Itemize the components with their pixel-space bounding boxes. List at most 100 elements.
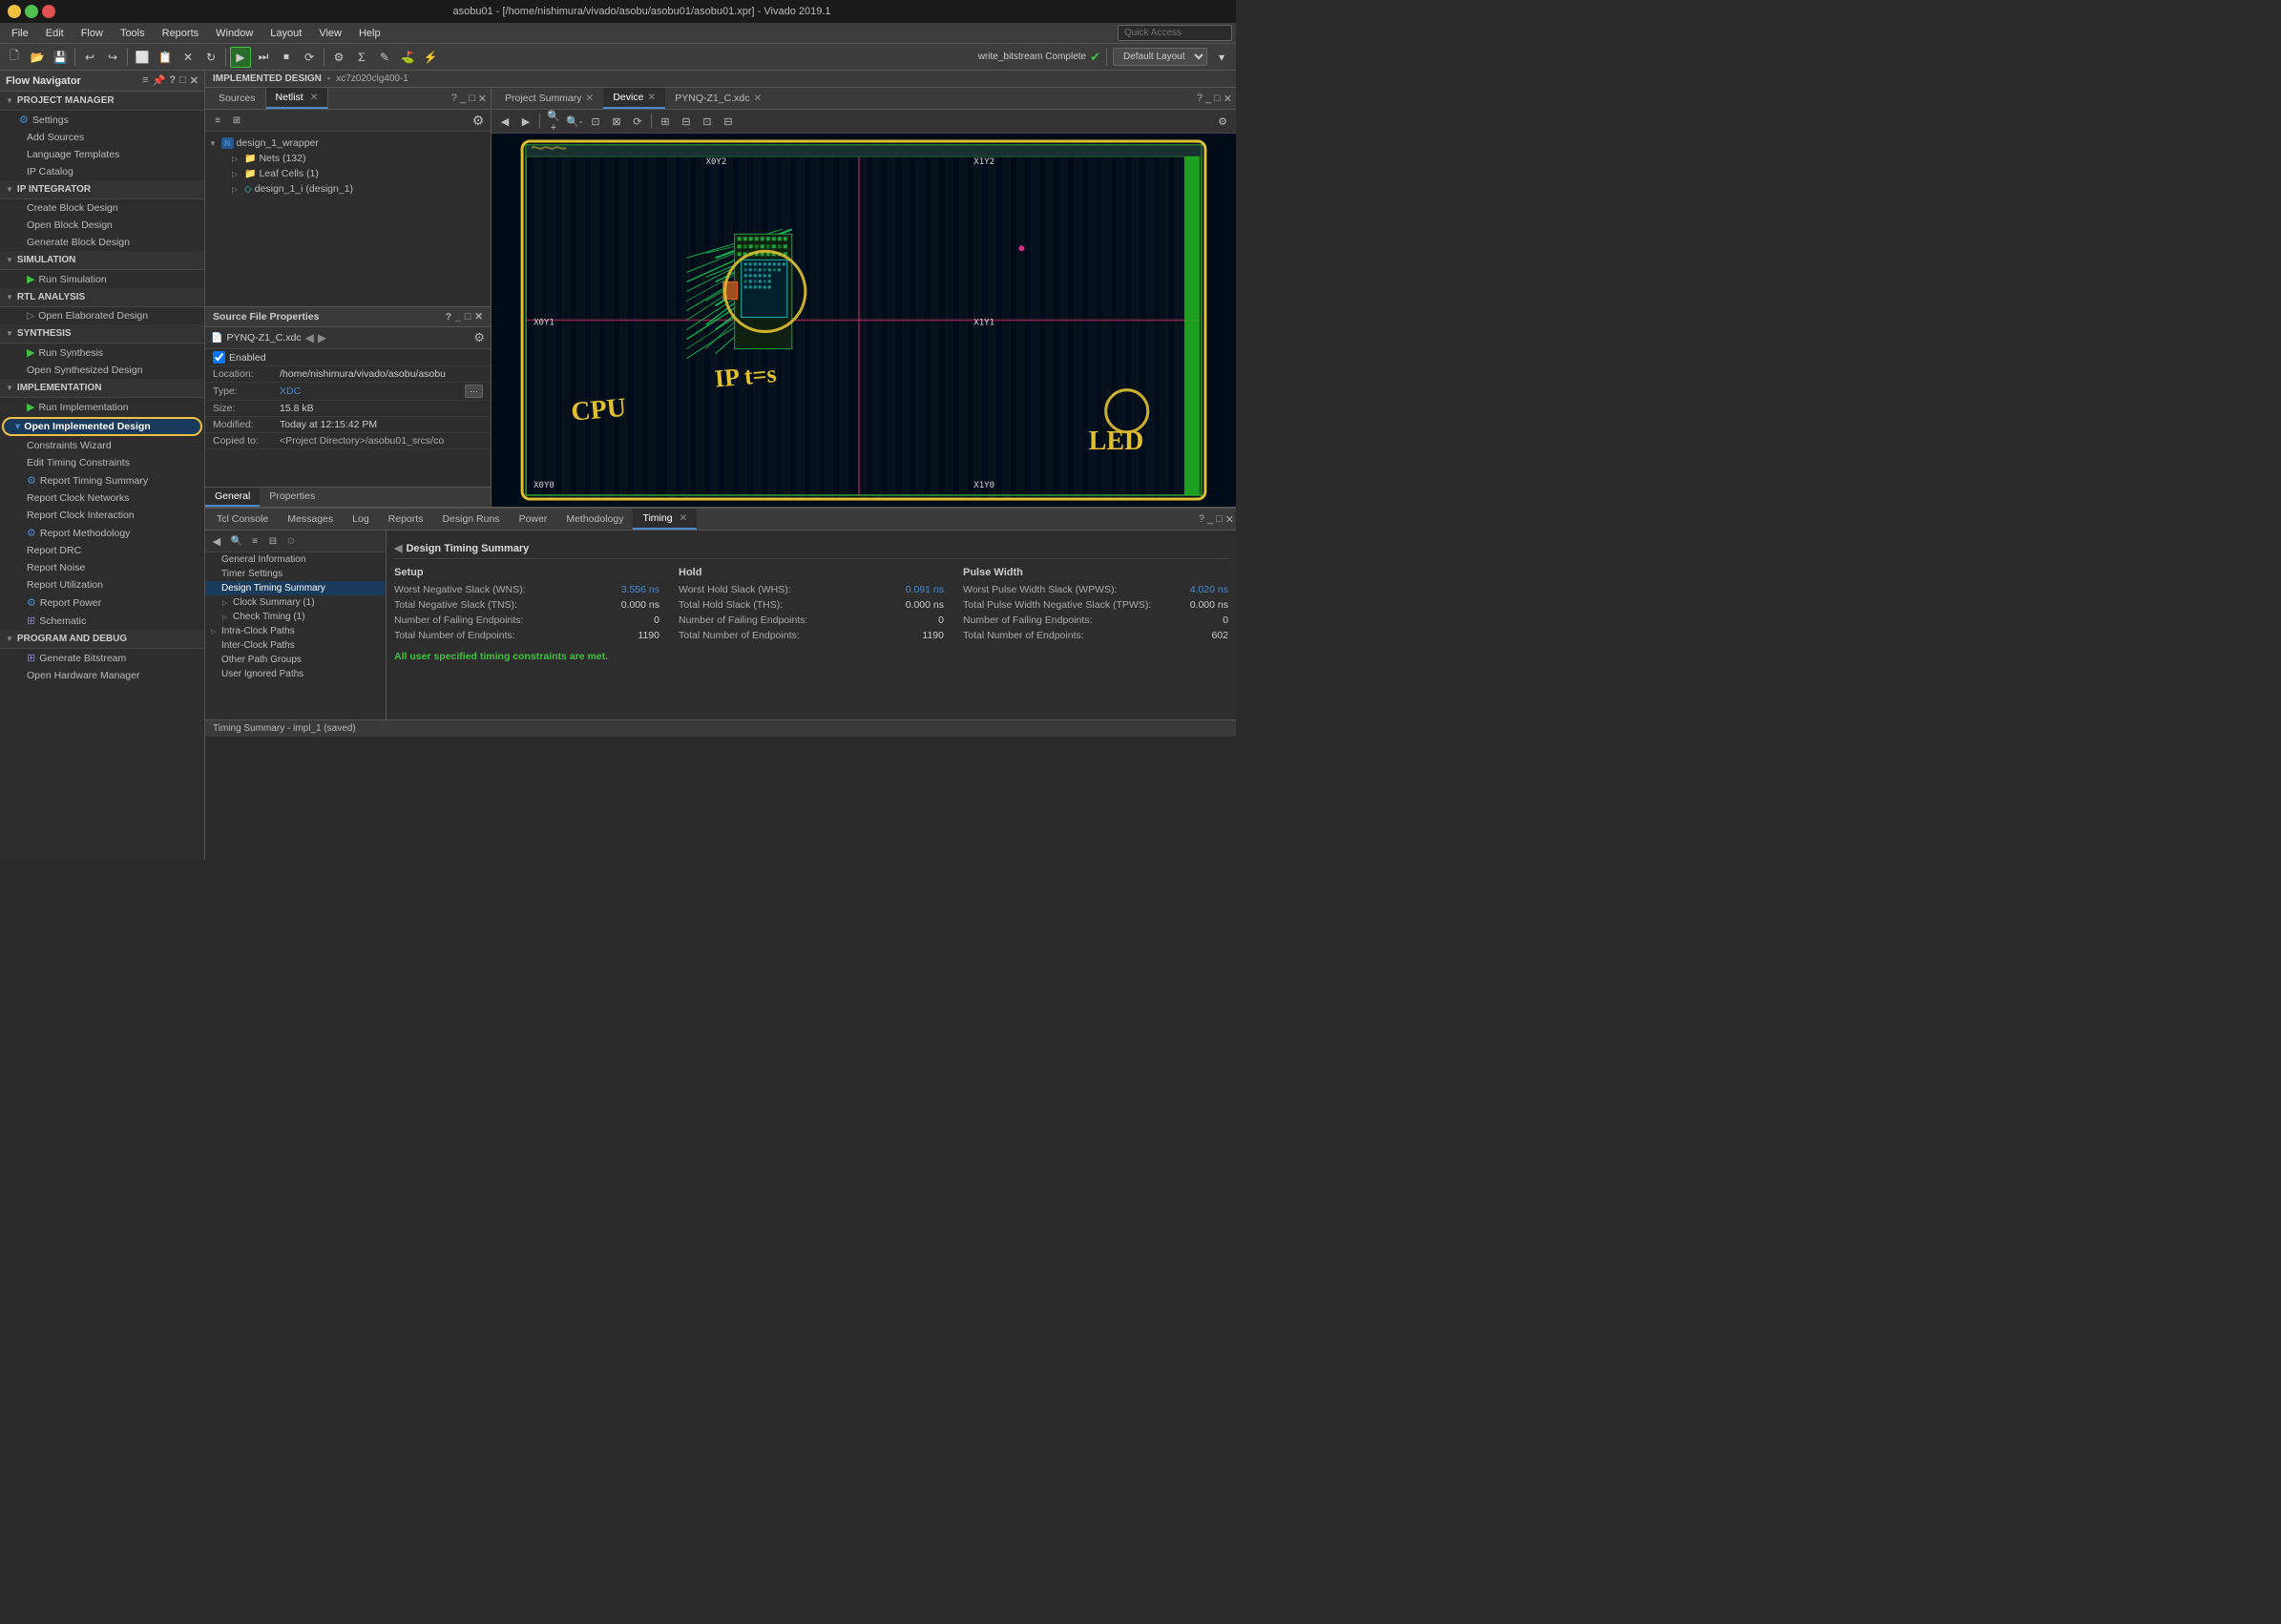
tab-device[interactable]: Device ✕: [603, 88, 665, 109]
device-view[interactable]: X0Y2 X1Y2 X0Y0 X1Y0 X0Y1 X1Y1: [492, 134, 1236, 507]
props-tab-properties[interactable]: Properties: [260, 488, 324, 507]
nav-generate-bitstream[interactable]: ⊞ Generate Bitstream: [0, 649, 204, 667]
tab-sources[interactable]: Sources: [209, 89, 266, 108]
menu-file[interactable]: File: [4, 26, 36, 41]
bot-tab-design-runs[interactable]: Design Runs: [432, 510, 509, 529]
props-help-icon[interactable]: ?: [446, 311, 451, 323]
nav-report-methodology[interactable]: ⚙ Report Methodology: [0, 524, 204, 542]
tree-root[interactable]: ▼ N design_1_wrapper: [205, 135, 491, 151]
section-implementation[interactable]: ▼ IMPLEMENTATION: [0, 379, 204, 398]
nav-schematic[interactable]: ⊞ Schematic: [0, 612, 204, 630]
section-program-debug[interactable]: ▼ PROGRAM AND DEBUG: [0, 630, 204, 649]
dev-tb-back[interactable]: ◀: [495, 112, 514, 131]
menu-edit[interactable]: Edit: [38, 26, 72, 41]
toolbar-save[interactable]: 💾: [50, 47, 71, 68]
nav-report-noise[interactable]: Report Noise: [0, 559, 204, 576]
bot-tab-reports[interactable]: Reports: [379, 510, 433, 529]
nav-constraints-wizard[interactable]: Constraints Wizard: [0, 437, 204, 454]
dev-tb-fit[interactable]: ⊡: [586, 112, 605, 131]
bot-close-icon[interactable]: ✕: [1225, 513, 1234, 526]
timing-tree-inter-clock[interactable]: Inter-Clock Paths: [205, 638, 386, 653]
source-help-icon[interactable]: ?: [451, 93, 457, 104]
timing-tree-other-path-groups[interactable]: Other Path Groups: [205, 653, 386, 667]
nav-create-block-design[interactable]: Create Block Design: [0, 199, 204, 217]
dev-tb-fwd[interactable]: ▶: [516, 112, 535, 131]
toolbar-spark[interactable]: ⚡: [420, 47, 441, 68]
source-min-icon[interactable]: _: [460, 93, 466, 104]
bot-tab-messages[interactable]: Messages: [278, 510, 343, 529]
src-tb-collapse[interactable]: ≡: [209, 112, 226, 129]
bot-tab-timing[interactable]: Timing ✕: [633, 509, 697, 530]
menu-flow[interactable]: Flow: [73, 26, 111, 41]
dev-tb-rotate[interactable]: ⟳: [628, 112, 647, 131]
toolbar-restart[interactable]: ⟳: [299, 47, 320, 68]
bot-help-icon[interactable]: ?: [1199, 513, 1204, 526]
toolbar-redo[interactable]: ↪: [102, 47, 123, 68]
timing-tree-clock-summary[interactable]: ▷ Clock Summary (1): [205, 595, 386, 610]
section-simulation[interactable]: ▼ SIMULATION: [0, 251, 204, 270]
dev-max-icon[interactable]: □: [1214, 93, 1221, 105]
toolbar-debug[interactable]: ⛳: [397, 47, 418, 68]
nav-edit-timing-constraints[interactable]: Edit Timing Constraints: [0, 454, 204, 471]
nav-report-timing-summary[interactable]: ⚙ Report Timing Summary: [0, 471, 204, 489]
timing-tree-intra-clock[interactable]: ▷ Intra-Clock Paths: [205, 624, 386, 638]
flow-nav-expand-icon[interactable]: □: [179, 74, 186, 87]
nav-language-templates[interactable]: Language Templates: [0, 146, 204, 163]
dev-tb-highlight[interactable]: ⊡: [698, 112, 717, 131]
toolbar-step[interactable]: ⏭: [253, 47, 274, 68]
toolbar-run[interactable]: ▶: [230, 47, 251, 68]
nav-settings[interactable]: ⚙ Settings: [0, 111, 204, 129]
dev-tb-route[interactable]: ⊟: [677, 112, 696, 131]
nav-run-implementation[interactable]: ▶ Run Implementation: [0, 398, 204, 416]
props-tab-general[interactable]: General: [205, 488, 260, 507]
props-options-btn[interactable]: ⚙: [473, 330, 485, 345]
flow-nav-collapse-icon[interactable]: ≡: [142, 74, 148, 87]
close-button[interactable]: [42, 5, 55, 18]
menu-view[interactable]: View: [311, 26, 349, 41]
toolbar-stop[interactable]: ⏹: [276, 47, 297, 68]
toolbar-copy[interactable]: ⬜: [132, 47, 153, 68]
dev-tb-settings[interactable]: ⚙: [1213, 112, 1232, 131]
menu-layout[interactable]: Layout: [262, 26, 309, 41]
timing-tree-user-ignored[interactable]: User Ignored Paths: [205, 667, 386, 681]
timing-tree-general-info[interactable]: General Information: [205, 552, 386, 567]
nav-report-utilization[interactable]: Report Utilization: [0, 576, 204, 593]
tab-project-summary[interactable]: Project Summary ✕: [495, 89, 603, 108]
dev-min-icon[interactable]: _: [1205, 93, 1211, 105]
maximize-button[interactable]: [25, 5, 38, 18]
menu-window[interactable]: Window: [208, 26, 261, 41]
props-type-button[interactable]: ···: [465, 385, 483, 398]
menu-tools[interactable]: Tools: [113, 26, 153, 41]
source-close-icon[interactable]: ✕: [478, 93, 487, 105]
timing-tb-filter[interactable]: ⊙: [283, 533, 299, 549]
props-max-icon[interactable]: □: [465, 311, 471, 323]
section-ip-integrator[interactable]: ▼ IP INTEGRATOR: [0, 180, 204, 199]
src-tb-options[interactable]: ⚙: [470, 112, 487, 129]
bot-tab-log[interactable]: Log: [343, 510, 379, 529]
dts-collapse-arrow[interactable]: ◀: [394, 542, 402, 554]
dev-tb-place[interactable]: ⊟: [719, 112, 738, 131]
nav-report-clock-interaction[interactable]: Report Clock Interaction: [0, 507, 204, 524]
nav-report-drc[interactable]: Report DRC: [0, 542, 204, 559]
netlist-tab-close[interactable]: ✕: [310, 92, 319, 103]
timing-tree-design-timing-summary[interactable]: Design Timing Summary: [205, 581, 386, 595]
src-tb-expand[interactable]: ⊞: [228, 112, 245, 129]
nav-open-elaborated-design[interactable]: ▷ Open Elaborated Design: [0, 307, 204, 324]
menu-help[interactable]: Help: [351, 26, 388, 41]
toolbar-new[interactable]: 🗋: [4, 47, 25, 68]
nav-report-power[interactable]: ⚙ Report Power: [0, 593, 204, 612]
dev-help-icon[interactable]: ?: [1197, 93, 1203, 105]
tree-nets[interactable]: ▷ 📁 Nets (132): [205, 151, 491, 166]
quick-access-input[interactable]: [1118, 25, 1232, 41]
toolbar-delete[interactable]: ✕: [178, 47, 199, 68]
nav-open-synthesized-design[interactable]: Open Synthesized Design: [0, 362, 204, 379]
props-min-icon[interactable]: _: [455, 311, 461, 323]
nav-open-hardware-manager[interactable]: Open Hardware Manager: [0, 667, 204, 684]
nav-report-clock-networks[interactable]: Report Clock Networks: [0, 489, 204, 507]
tab-netlist[interactable]: Netlist ✕: [266, 88, 329, 109]
section-synthesis[interactable]: ▼ SYNTHESIS: [0, 324, 204, 344]
toolbar-settings[interactable]: ⚙: [328, 47, 349, 68]
nav-open-block-design[interactable]: Open Block Design: [0, 217, 204, 234]
tab-xdc-close[interactable]: ✕: [753, 93, 762, 104]
dev-close-icon[interactable]: ✕: [1224, 93, 1232, 105]
